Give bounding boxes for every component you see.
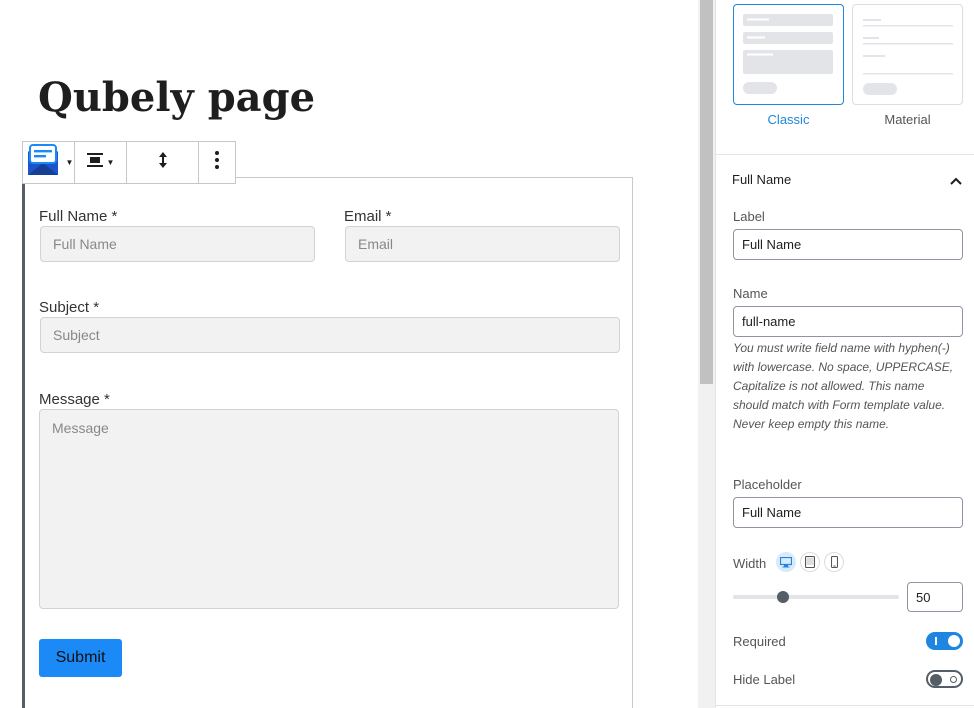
material-layout-preview: [863, 19, 953, 95]
placeholder-input[interactable]: Full Name: [733, 497, 963, 528]
mobile-icon[interactable]: [824, 552, 844, 572]
width-label: Width: [733, 556, 767, 571]
classic-layout-preview: [743, 14, 833, 94]
email-input[interactable]: Email: [345, 226, 620, 262]
block-toolbar: ▼ ▼: [22, 141, 236, 184]
move-button[interactable]: [127, 142, 199, 183]
toggle-on-indicator: [935, 637, 937, 645]
message-label: Message *: [39, 391, 110, 408]
block-type-button[interactable]: ▼: [23, 142, 75, 183]
required-label: Required: [733, 634, 786, 649]
scrollbar-thumb[interactable]: [700, 0, 713, 384]
align-button[interactable]: ▼: [75, 142, 127, 183]
width-number-input[interactable]: 50: [907, 582, 963, 612]
layout-option-material[interactable]: [852, 4, 963, 105]
editor-canvas: Qubely page ▼ ▼ Full Name * Full Name Em…: [0, 0, 698, 708]
label-input[interactable]: Full Name: [733, 229, 963, 260]
toggle-knob: [948, 635, 960, 647]
name-field-label: Name: [733, 286, 768, 301]
message-textarea[interactable]: Message: [39, 409, 619, 609]
subject-input[interactable]: Subject: [40, 317, 620, 353]
tablet-icon[interactable]: [800, 552, 820, 572]
layout-name-material[interactable]: Material: [852, 112, 963, 127]
chevron-down-icon: ▼: [65, 158, 74, 167]
page-title[interactable]: Qubely page: [38, 74, 315, 121]
width-slider[interactable]: [733, 591, 899, 603]
move-arrows-icon: [158, 152, 168, 173]
placeholder-field-label: Placeholder: [733, 477, 802, 492]
name-help-text: You must write field name with hyphen(-)…: [733, 341, 954, 431]
full-name-input[interactable]: Full Name: [40, 226, 315, 262]
desktop-icon[interactable]: [776, 552, 796, 572]
section-divider: [716, 705, 974, 706]
toggle-knob: [930, 674, 942, 686]
settings-sidebar: Classic Material Full Name Label Full Na…: [715, 0, 974, 708]
width-slider-fill: [733, 595, 783, 599]
align-center-icon: [86, 153, 103, 172]
toggle-off-indicator: [950, 676, 957, 683]
more-vertical-icon: [215, 151, 219, 174]
full-name-label: Full Name *: [39, 208, 118, 225]
chevron-up-icon[interactable]: [950, 172, 962, 190]
subject-label: Subject *: [39, 299, 100, 316]
form-block-icon: [24, 143, 62, 182]
chevron-down-icon: ▼: [106, 158, 115, 167]
section-divider: [716, 154, 974, 155]
required-toggle[interactable]: [926, 632, 963, 650]
layout-name-classic[interactable]: Classic: [733, 112, 844, 127]
form-block[interactable]: Full Name * Full Name Email * Email Subj…: [22, 177, 633, 708]
hide-label-label: Hide Label: [733, 672, 796, 687]
email-label: Email *: [344, 208, 392, 225]
submit-button[interactable]: Submit: [39, 639, 122, 677]
device-switcher: [776, 552, 844, 572]
layout-option-classic[interactable]: [733, 4, 844, 105]
more-options-button[interactable]: [199, 142, 235, 183]
name-input[interactable]: full-name: [733, 306, 963, 337]
hide-label-toggle[interactable]: [926, 670, 963, 688]
canvas-scrollbar[interactable]: [698, 0, 715, 708]
panel-title[interactable]: Full Name: [732, 172, 791, 187]
label-field-label: Label: [733, 209, 765, 224]
width-slider-thumb[interactable]: [776, 591, 789, 603]
